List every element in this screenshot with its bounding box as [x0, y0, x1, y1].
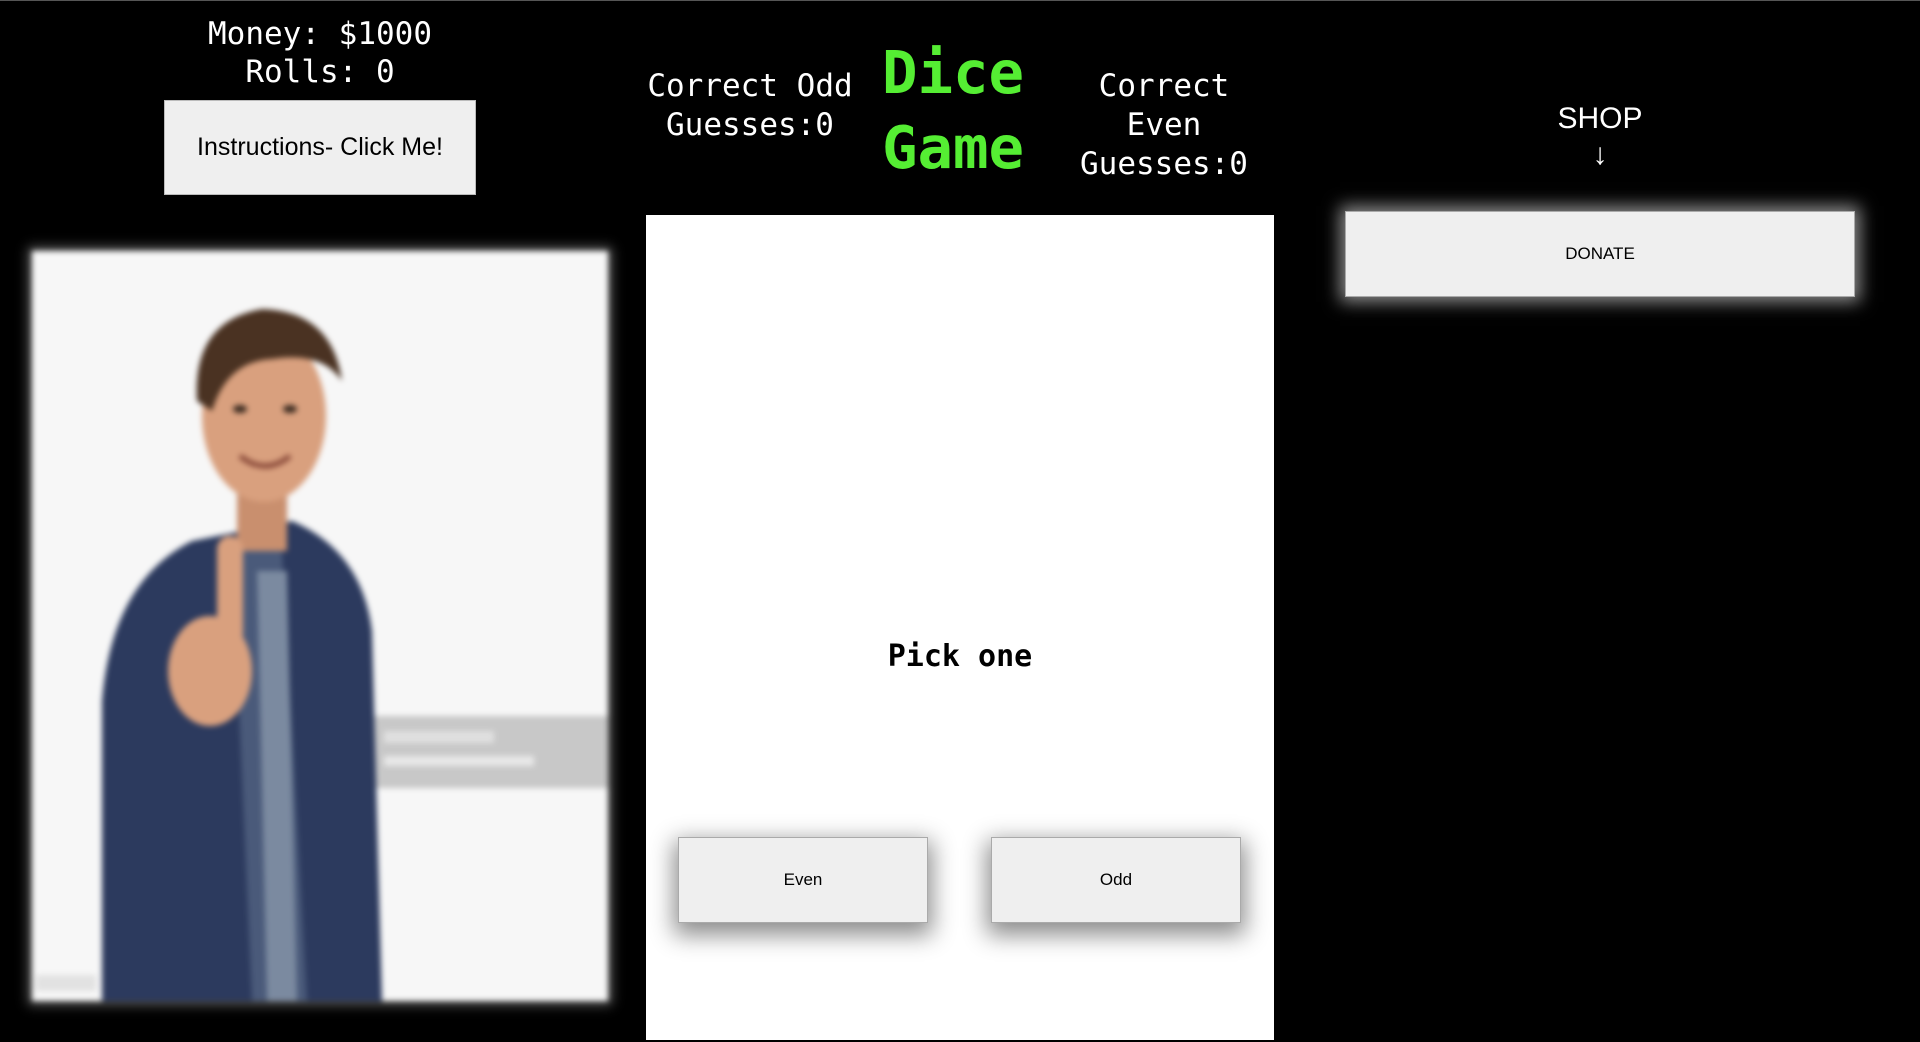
- odd-button[interactable]: Odd: [991, 837, 1241, 923]
- rolls-display: Rolls: 0: [245, 54, 395, 90]
- pick-prompt: Pick one: [887, 639, 1033, 674]
- title-line-2: Game: [881, 113, 1025, 182]
- arrow-down-icon: ↓: [1592, 138, 1608, 171]
- player-stats: Money: $1000 Rolls: 0: [160, 15, 480, 91]
- title-line-1: Dice: [881, 38, 1025, 107]
- correct-odd-counter: Correct Odd Guesses:0: [640, 67, 860, 145]
- shop-heading: SHOP ↓: [1500, 101, 1700, 173]
- correct-even-counter: Correct Even Guesses:0: [1054, 67, 1274, 184]
- game-panel: Pick one Even Odd: [646, 215, 1274, 1040]
- correct-odd-value: Guesses:0: [666, 107, 834, 143]
- instructions-button[interactable]: Instructions- Click Me!: [164, 100, 476, 195]
- page-title: Dice Game: [868, 35, 1038, 185]
- donate-button[interactable]: DONATE: [1345, 211, 1855, 297]
- correct-even-value: Guesses:0: [1080, 146, 1248, 182]
- even-button[interactable]: Even: [678, 837, 928, 923]
- correct-odd-label: Correct Odd: [647, 68, 853, 104]
- man-illustration: [32, 251, 608, 1001]
- shop-label: SHOP: [1557, 102, 1643, 135]
- correct-even-label: Correct Even: [1098, 68, 1230, 143]
- money-display: Money: $1000: [208, 16, 432, 52]
- thumbs-up-man-image: [32, 251, 608, 1001]
